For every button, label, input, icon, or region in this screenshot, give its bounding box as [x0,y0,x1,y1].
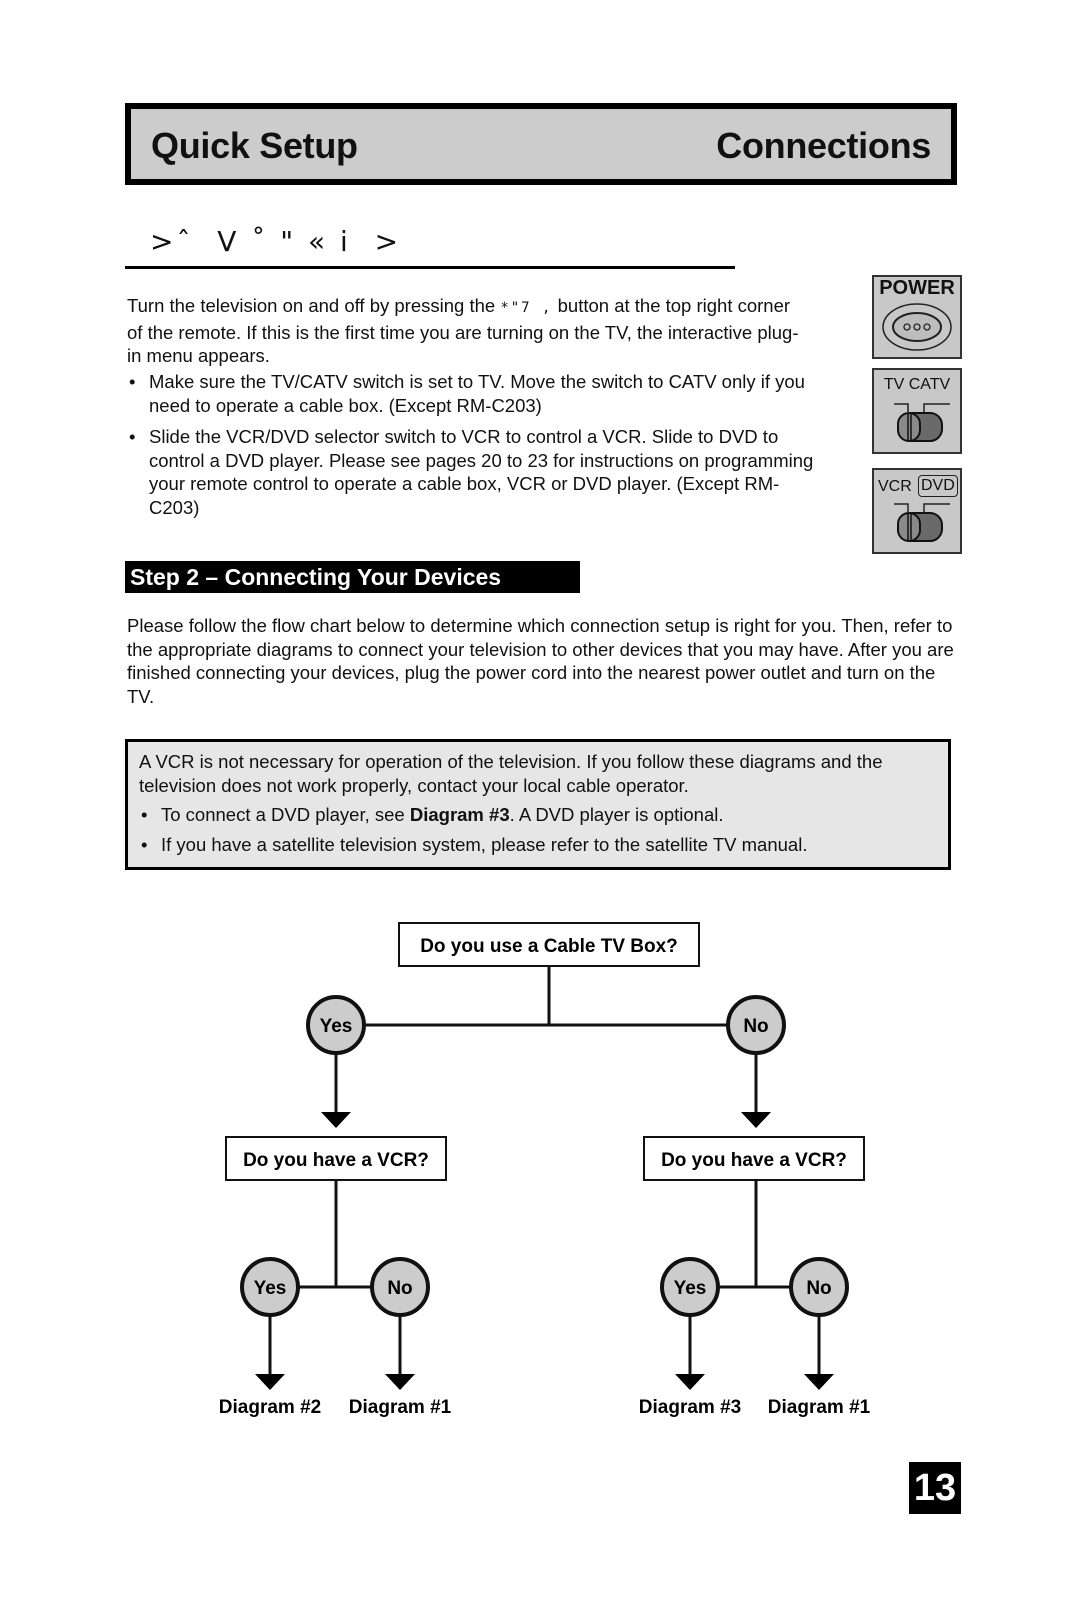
question-box-vcr-left [225,1136,447,1181]
arrow-down-icon [741,1112,771,1128]
outcome-diagram-2: Diagram #2 [219,1397,321,1418]
note-bullet-list: To connect a DVD player, see Diagram #3.… [139,803,939,856]
tv-catv-switch-illustration: TV CATV [872,368,962,454]
section-header: Quick Setup Connections [125,103,957,185]
arrow-down-icon [255,1374,285,1390]
answer-node-yes [660,1257,720,1317]
power-button-glyph: *"7 , [500,300,553,316]
flowchart-connectors [268,966,821,1375]
note-box: A VCR is not necessary for operation of … [125,739,951,870]
answer-no-label: No [743,1016,768,1037]
header-title-connections: Connections [716,125,931,166]
arrow-down-icon [675,1374,705,1390]
list-item: If you have a satellite television syste… [139,833,939,857]
tv-catv-label: TV CATV [883,376,951,393]
arrow-down-icon [804,1374,834,1390]
outcome-diagram-1: Diagram #1 [349,1397,452,1418]
heading-rule [125,266,735,269]
power-button-icon [882,303,952,351]
question-vcr-left-text: Do you have a VCR? [243,1150,429,1171]
answer-node-no [726,995,786,1055]
vcr-dvd-switch-illustration: VCR DVD [872,468,962,554]
question-box-cable [398,922,700,967]
page-number: 13 [909,1462,961,1514]
step1-intro-paragraph: Turn the television on and off by pressi… [127,294,807,368]
answer-no-label: No [387,1278,412,1299]
step2-title: Step 2 – Connecting Your Devices [130,564,502,590]
outcome-diagram-1: Diagram #1 [768,1397,871,1418]
note-text: A VCR is not necessary for operation of … [139,751,883,796]
list-item: Slide the VCR/DVD selector switch to VCR… [127,425,827,519]
header-title-quick-setup: Quick Setup [151,125,358,166]
vcr-label: VCR [878,478,912,495]
answer-node-yes [306,995,366,1055]
slide-switch-icon [894,503,950,542]
step1-bullet-list: Make sure the TV/CATV switch is set to T… [127,370,827,527]
question-vcr-right-text: Do you have a VCR? [661,1150,847,1171]
outcome-diagram-3: Diagram #3 [639,1397,741,1418]
answer-node-no [370,1257,430,1317]
step2-heading-bar: Step 2 – Connecting Your Devices [125,561,580,593]
question-cable-text: Do you use a Cable TV Box? [420,936,678,957]
power-button-illustration: POWER [872,275,962,359]
list-item: Make sure the TV/CATV switch is set to T… [127,370,827,417]
list-item: To connect a DVD player, see Diagram #3.… [139,803,939,827]
step2-paragraph: Please follow the flow chart below to de… [127,615,954,707]
answer-no-label: No [806,1278,831,1299]
answer-yes-label: Yes [254,1278,287,1299]
answer-node-no [789,1257,849,1317]
arrow-down-icon [321,1112,351,1128]
slide-switch-icon [894,403,950,442]
answer-yes-label: Yes [674,1278,707,1299]
power-label: POWER [879,277,955,299]
step1-heading: >ˆ V ˚ " « i > [150,225,402,258]
answer-node-yes [240,1257,300,1317]
answer-yes-label: Yes [320,1016,353,1037]
diagram-3-reference: Diagram #3 [409,804,510,825]
note-bullet1-text-after: . A DVD player is optional. [509,804,724,825]
note-bullet1-text: To connect a DVD player, see [161,804,410,825]
arrow-down-icon [385,1374,415,1390]
question-box-vcr-right [643,1136,865,1181]
intro-text-before: Turn the television on and off by pressi… [127,295,501,316]
flowchart-arrowheads [255,1112,834,1390]
dvd-label: DVD [918,475,958,497]
